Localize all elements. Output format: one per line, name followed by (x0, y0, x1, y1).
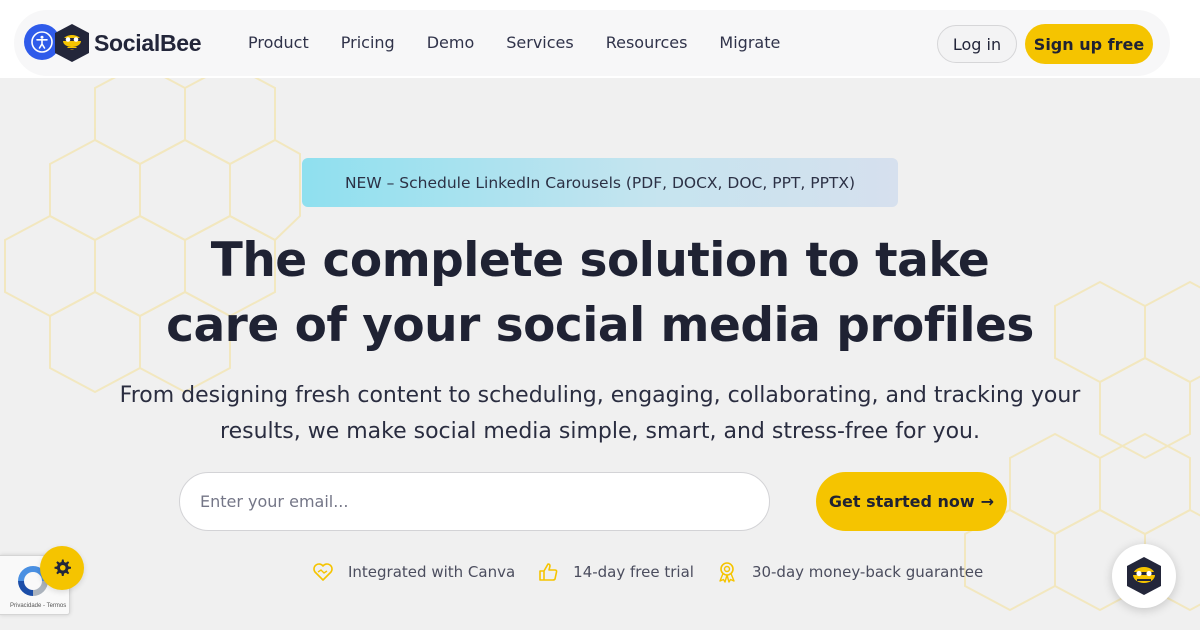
recaptcha-links: Privacidade - Termos (10, 603, 67, 609)
arrow-right-icon: → (980, 492, 995, 511)
feature-canva: Integrated with Canva (312, 562, 515, 582)
subhead-line-2: results, we make social media simple, sm… (220, 419, 980, 444)
signup-button[interactable]: Sign up free (1025, 24, 1153, 64)
thumbs-up-icon (539, 563, 558, 581)
nav-item-migrate[interactable]: Migrate (719, 33, 780, 52)
award-ribbon-icon (719, 562, 735, 583)
get-started-button[interactable]: Get started now → (816, 472, 1007, 531)
hero-headline: The complete solution to take care of yo… (100, 228, 1100, 358)
settings-button[interactable] (40, 546, 84, 590)
heart-handshake-icon (313, 563, 333, 581)
brand-name: SocialBee (94, 29, 202, 56)
nav-item-pricing[interactable]: Pricing (341, 33, 395, 52)
feature-guarantee: 30-day money-back guarantee (716, 561, 983, 583)
email-input[interactable] (179, 472, 770, 531)
nav-item-product[interactable]: Product (248, 33, 309, 52)
headline-line-1: The complete solution to take (210, 233, 990, 288)
brand-logo[interactable]: SocialBee (52, 22, 202, 64)
get-started-label: Get started now (828, 492, 975, 511)
bee-logo-icon (55, 24, 89, 62)
announcement-banner[interactable]: NEW – Schedule LinkedIn Carousels (PDF, … (302, 158, 898, 207)
bee-logo-icon (1127, 557, 1161, 595)
gear-icon (54, 559, 71, 576)
hero-subheadline: From designing fresh content to scheduli… (100, 378, 1100, 450)
feature-list: Integrated with Canva 14-day free trial … (312, 561, 1005, 583)
chat-widget-button[interactable] (1112, 544, 1176, 608)
feature-trial: 14-day free trial (537, 561, 694, 583)
subhead-line-1: From designing fresh content to scheduli… (119, 383, 1081, 408)
accessibility-icon (31, 31, 53, 53)
nav-item-demo[interactable]: Demo (427, 33, 475, 52)
headline-line-2: care of your social media profiles (166, 298, 1034, 353)
feature-label: 30-day money-back guarantee (751, 563, 984, 581)
feature-label: 14-day free trial (573, 563, 694, 581)
nav-item-services[interactable]: Services (506, 33, 573, 52)
feature-label: Integrated with Canva (348, 563, 516, 581)
main-nav: Product Pricing Demo Services Resources … (248, 33, 812, 52)
nav-item-resources[interactable]: Resources (606, 33, 688, 52)
login-button[interactable]: Log in (937, 25, 1017, 63)
